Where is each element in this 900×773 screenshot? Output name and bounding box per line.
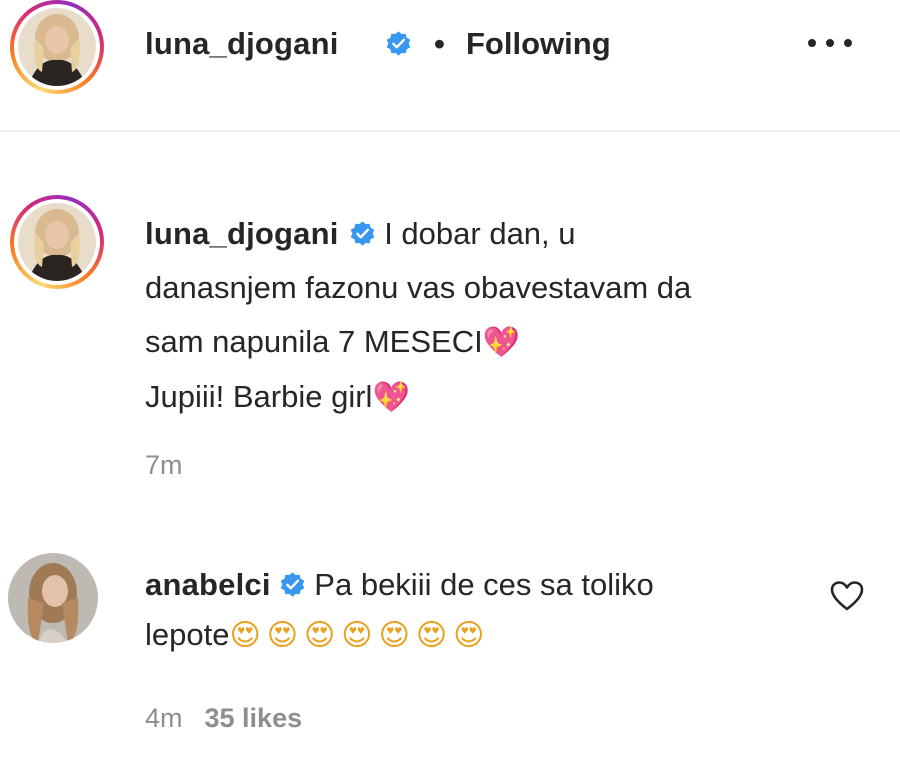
comment-text-line: lepote — [145, 617, 230, 652]
caption-timestamp[interactable]: 7m — [145, 450, 183, 481]
comment-likes[interactable]: 35 likes — [205, 703, 303, 733]
caption-text-line: sam napunila 7 MESECI — [145, 324, 483, 359]
caption: luna_djogani I dobar dan, u danasnjem fa… — [145, 207, 865, 425]
comment: anabelci Pa bekiii de ces sa toliko lepo… — [145, 560, 795, 661]
header-avatar[interactable] — [10, 0, 104, 94]
avatar-image — [18, 203, 96, 281]
following-button[interactable]: Following — [466, 26, 611, 62]
verified-badge-icon — [280, 572, 304, 597]
more-options-icon[interactable] — [808, 28, 852, 58]
caption-avatar[interactable] — [10, 195, 104, 289]
post-header: luna_djogani • Following — [0, 0, 900, 132]
caption-username[interactable]: luna_djogani — [145, 216, 339, 251]
sparkling-heart-emoji: 💖 — [482, 325, 521, 360]
avatar-image — [18, 8, 96, 86]
sparkling-heart-emoji: 💖 — [372, 380, 410, 415]
heart-eyes-emoji-row: 😍😍😍😍😍😍😍 — [229, 619, 491, 652]
comment-meta: 4m 35 likes — [145, 703, 302, 734]
verified-badge-icon — [350, 221, 374, 246]
caption-text-line: I dobar dan, u — [384, 216, 576, 251]
heart-outline-icon[interactable] — [830, 580, 864, 612]
caption-text-line: Jupiii! Barbie girl — [145, 379, 373, 414]
comment-timestamp[interactable]: 4m — [145, 703, 183, 733]
header-username[interactable]: luna_djogani — [145, 26, 339, 62]
comment-avatar[interactable] — [8, 553, 98, 643]
comment-text-line: Pa bekiii de ces sa toliko — [314, 567, 654, 602]
comment-username[interactable]: anabelci — [145, 567, 271, 602]
caption-text-line: danasnjem fazonu vas obavestavam da — [145, 270, 692, 305]
separator-dot: • — [434, 26, 445, 61]
post-comments-panel: luna_djogani • Following luna_djogani I … — [0, 0, 900, 773]
verified-badge-icon — [386, 31, 411, 56]
